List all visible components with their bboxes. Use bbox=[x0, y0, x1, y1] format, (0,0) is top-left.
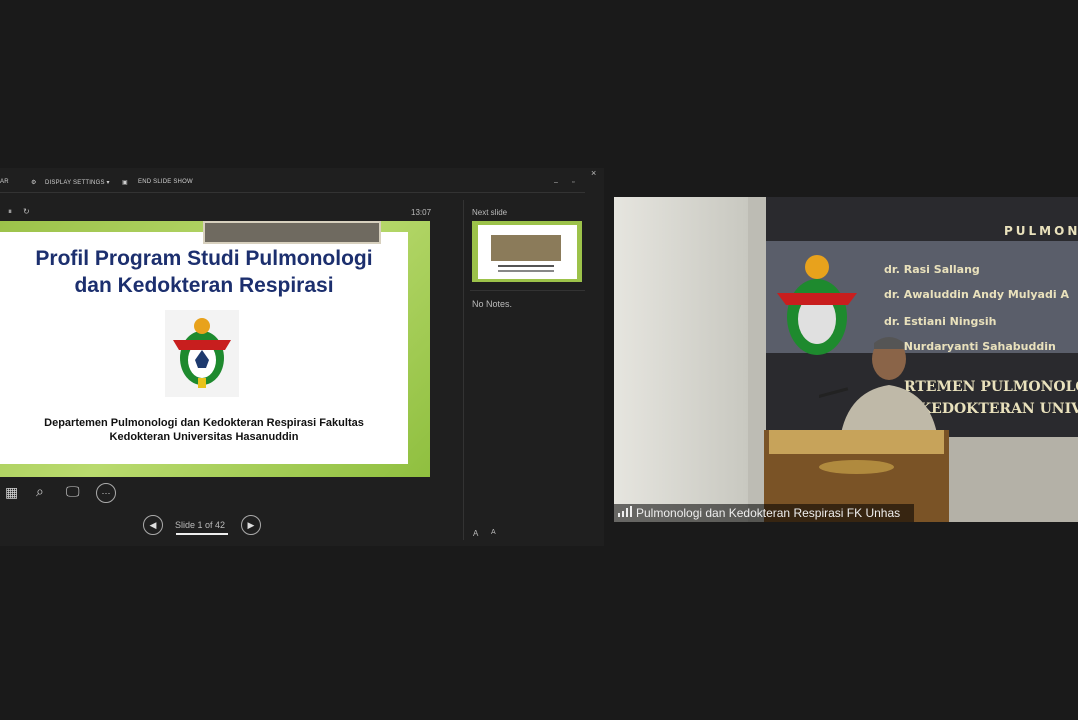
slide-progress-bar bbox=[176, 533, 228, 535]
banner-name-3: dr. Estiani Ningsih bbox=[884, 315, 997, 328]
slide-subtitle-line1: Departemen Pulmonologi dan Kedokteran Re… bbox=[44, 417, 364, 429]
increase-font-button[interactable]: A bbox=[491, 529, 496, 536]
banner-heading: PULMON bbox=[1004, 224, 1078, 238]
toolbar-divider bbox=[0, 192, 585, 193]
display-settings-button[interactable]: DISPLAY SETTINGS ▾ bbox=[45, 179, 110, 186]
video-feed: PULMON dr. Rasi Sallang dr. Awaluddin An… bbox=[614, 197, 1078, 522]
screen-icon[interactable]: 🖵 bbox=[66, 483, 80, 500]
wall bbox=[614, 197, 749, 522]
university-logo bbox=[165, 310, 239, 397]
end-slide-show-button[interactable]: END SLIDE SHOW bbox=[138, 179, 193, 185]
previous-slide-button[interactable]: ◀ bbox=[143, 515, 163, 535]
next-slide-thumbnail-content bbox=[478, 225, 577, 279]
signal-strength-icon bbox=[618, 506, 632, 520]
timer: 13:07 bbox=[411, 208, 432, 217]
restore-button[interactable]: ▫ bbox=[572, 179, 575, 186]
display-settings-icon: ⚙ bbox=[31, 180, 37, 186]
decrease-font-button[interactable]: A bbox=[473, 529, 478, 538]
presenter-toolbar: AR ⚙ DISPLAY SETTINGS ▾ ▣ END SLIDE SHOW… bbox=[0, 168, 604, 192]
reset-timer-button[interactable]: ↻ bbox=[23, 207, 30, 216]
speaker-notes: No Notes. bbox=[472, 299, 513, 309]
slide-header-tab bbox=[203, 221, 381, 244]
next-slide-image bbox=[491, 235, 561, 261]
end-show-icon: ▣ bbox=[122, 180, 128, 186]
participant-caption: Pulmonologi dan Kedokteran Respirasi FK … bbox=[614, 504, 914, 522]
slides-grid-icon[interactable]: ▦ bbox=[5, 484, 18, 501]
more-icon[interactable]: ··· bbox=[96, 483, 116, 503]
next-slide-button[interactable]: ▶ bbox=[241, 515, 261, 535]
banner-name-2: dr. Awaluddin Andy Mulyadi A bbox=[884, 288, 1069, 301]
pause-button[interactable]: ⏸ bbox=[8, 207, 12, 217]
next-slide-label: Next slide bbox=[472, 208, 508, 217]
toolbar-truncated-item[interactable]: AR bbox=[0, 179, 9, 185]
pane-divider bbox=[463, 200, 464, 540]
notes-divider bbox=[470, 290, 585, 291]
slide-subtitle-line2: Kedokteran Universitas Hasanuddin bbox=[109, 431, 299, 443]
slide-counter: Slide 1 of 42 bbox=[175, 520, 226, 530]
zoom-icon[interactable]: ⌕ bbox=[36, 483, 44, 500]
slide-title-line1: Profil Program Studi Pulmonologi bbox=[35, 247, 373, 270]
slide-title-line2: dan Kedokteran Respirasi bbox=[74, 274, 334, 297]
minimize-button[interactable]: – bbox=[554, 179, 558, 186]
banner-name-1: dr. Rasi Sallang bbox=[884, 263, 980, 276]
close-button[interactable]: × bbox=[591, 168, 596, 178]
participant-name: Pulmonologi dan Kedokteran Respirasi FK … bbox=[636, 506, 901, 520]
